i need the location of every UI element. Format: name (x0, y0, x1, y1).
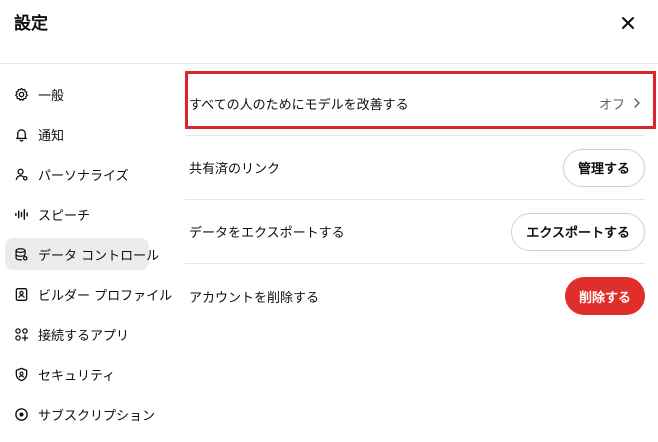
shared-links-row: 共有済のリンク 管理する (185, 136, 645, 200)
chevron-right-icon (633, 97, 641, 109)
improve-model-value: オフ (598, 97, 625, 113)
sidebar-item-label: 一般 (38, 88, 65, 104)
manage-shared-links-button[interactable]: 管理する (562, 148, 645, 187)
improve-model-row: すべての人のためにモデルを改善する オフ (185, 72, 645, 136)
page-title: 設定 (14, 14, 48, 34)
sidebar-item-label: スピーチ (38, 208, 91, 224)
sidebar-item-label: ビルダー プロファイル (38, 288, 173, 304)
sidebar-item-security[interactable]: セキュリティ (5, 358, 149, 390)
export-data-row: データをエクスポートする エクスポートする (185, 200, 645, 264)
sidebar-item-label: 通知 (38, 128, 65, 144)
sidebar-item-speech[interactable]: スピーチ (5, 198, 149, 230)
close-icon (621, 15, 635, 34)
close-button[interactable] (612, 10, 644, 38)
improve-model-label: すべての人のためにモデルを改善する (189, 98, 409, 113)
sidebar-item-personalization[interactable]: パーソナライズ (5, 158, 149, 190)
apps-icon (13, 326, 29, 342)
delete-account-row: アカウントを削除する 削除する (185, 264, 645, 328)
sidebar-item-label: 接続するアプリ (38, 328, 130, 344)
sidebar-item-label: データ コントロール (38, 248, 160, 264)
sidebar-item-subscription[interactable]: サブスクリプション (5, 398, 155, 430)
sidebar-item-label: セキュリティ (38, 368, 116, 384)
improve-model-toggle[interactable]: オフ (599, 72, 641, 134)
sidebar-item-connected-apps[interactable]: 接続するアプリ (5, 318, 149, 350)
waveform-icon (13, 206, 29, 222)
id-card-icon (13, 286, 29, 302)
database-icon (13, 246, 29, 262)
delete-account-label: アカウントを削除する (189, 290, 320, 306)
export-data-button[interactable]: エクスポートする (511, 212, 645, 251)
sidebar-item-builder-profile[interactable]: ビルダー プロファイル (5, 278, 172, 310)
sidebar-item-general[interactable]: 一般 (5, 78, 149, 110)
export-data-label: データをエクスポートする (189, 226, 345, 241)
sidebar-item-data-controls[interactable]: データ コントロール (5, 238, 159, 270)
sidebar-item-notifications[interactable]: 通知 (5, 118, 149, 150)
delete-account-button[interactable]: 削除する (564, 277, 645, 315)
person-icon (13, 166, 29, 182)
settings-header: 設定 (0, 0, 658, 64)
gear-icon (13, 86, 29, 102)
sidebar-item-label: サブスクリプション (38, 408, 156, 424)
subscription-icon (13, 406, 29, 422)
sidebar-item-label: パーソナライズ (38, 168, 129, 184)
shield-icon (13, 366, 29, 382)
bell-icon (13, 126, 29, 142)
shared-links-label: 共有済のリンク (189, 162, 281, 177)
data-controls-panel: すべての人のためにモデルを改善する オフ 共有済のリンク 管理する データをエク… (185, 72, 645, 328)
settings-sidebar: 一般 通知 パーソナライズ スピーチ データ コントロール ビルダー プロファイ… (5, 78, 172, 438)
